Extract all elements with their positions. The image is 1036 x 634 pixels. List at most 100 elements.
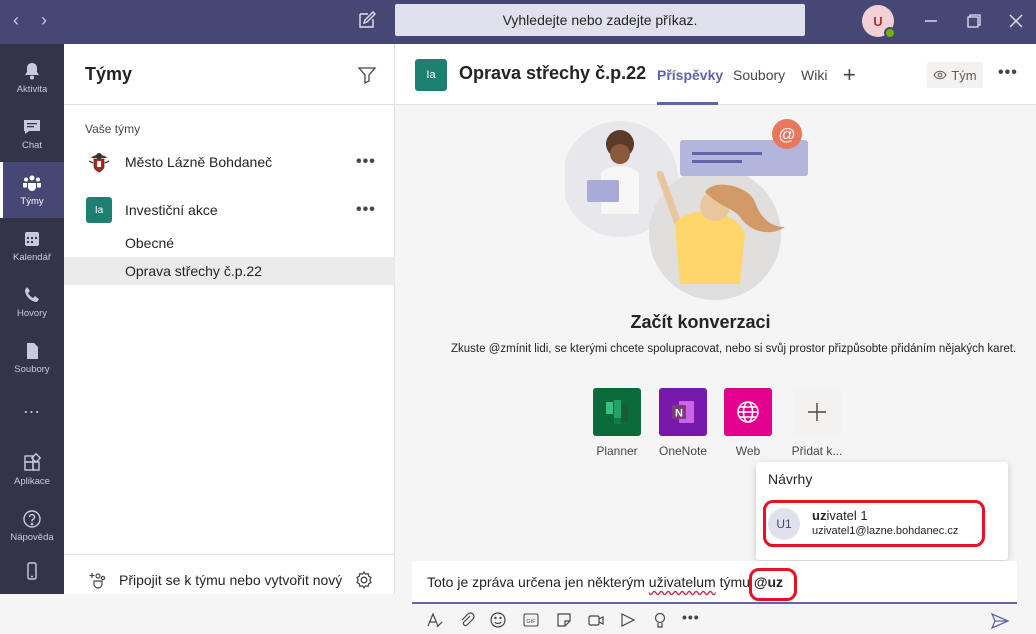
channel-avatar: Ia [415,59,447,91]
suggestion-item[interactable]: U1 uzivatel 1 uzivatel1@lazne.bohdanec.c… [756,496,1008,556]
user-avatar[interactable]: U [862,5,896,39]
suggestions-title: Návrhy [768,471,813,487]
compose-misspelled-word: uživatelum [648,574,716,590]
rail-item-more[interactable]: … [0,382,64,432]
calendar-icon [25,232,39,246]
team-name: Město Lázně Bohdaneč [125,154,273,170]
presence-available-icon [884,27,896,39]
help-icon [23,510,41,528]
emoji-icon[interactable] [489,611,507,629]
rail-item-apps[interactable]: Aplikace [0,442,64,498]
stream-icon[interactable] [619,611,637,629]
rail-bottom [0,594,64,634]
eye-icon [933,70,948,80]
gear-icon[interactable] [354,570,374,590]
join-team-row[interactable]: Připojit se k týmu nebo vytvořit nový [64,554,395,594]
app-label: Planner [596,444,638,458]
app-tile-planner[interactable] [593,388,641,436]
channel-header: Ia Oprava střechy č.p.22 Příspěvky Soubo… [395,44,1036,105]
attach-icon[interactable] [458,611,476,629]
sticker-icon[interactable] [555,611,573,629]
onenote-icon: N [672,401,694,423]
search-input[interactable]: Vyhledejte nebo zadejte příkaz. [395,4,805,36]
channel-item[interactable]: Obecné [64,229,395,257]
rail-item-help[interactable]: Nápověda [0,498,64,554]
praise-icon[interactable] [651,611,669,629]
team-button[interactable]: Tým [927,62,983,88]
join-team-label: Připojit se k týmu nebo vytvořit nový [119,572,343,588]
phone-icon [25,287,39,302]
back-arrow-icon[interactable]: ‹ [6,10,26,31]
rail-item-teams[interactable]: Týmy [0,162,64,218]
tab-files[interactable]: Soubory [733,67,785,83]
app-tile-add[interactable] [793,388,841,436]
apps-icon [24,453,42,471]
add-tab-icon[interactable]: + [843,62,856,88]
tab-wiki[interactable]: Wiki [801,67,827,83]
team-row[interactable]: Ia Investiční akce ••• [64,192,395,228]
app-tile-onenote[interactable]: N [659,388,707,436]
svg-text:@: @ [778,125,795,144]
bell-icon [25,63,39,80]
team-row[interactable]: Město Lázně Bohdaneč ••• [64,144,395,180]
compose-text: Toto je zpráva určena jen některým uživa… [427,574,783,590]
rail-item-activity[interactable]: Aktivita [0,50,64,106]
compose-text-part: týmu [715,574,754,590]
team-button-label: Tým [951,67,977,83]
more-options-icon[interactable]: ••• [998,64,1018,82]
app-label: Přidat k... [791,444,843,458]
rail-label: Kalendář [12,252,52,263]
app-label: Web [735,444,761,458]
rail-label: Aktivita [16,84,48,95]
title-bar: ‹ › Vyhledejte nebo zadejte příkaz. U [0,0,1036,44]
suggestion-name: uzivatel 1 [812,508,868,523]
rail-item-calendar[interactable]: Kalendář [0,218,64,274]
app-tile-web[interactable] [724,388,772,436]
file-icon [27,343,38,359]
channel-item-selected[interactable]: Oprava střechy č.p.22 [64,257,395,285]
rail-label: Týmy [20,196,44,207]
gif-icon[interactable]: GIF [522,611,540,629]
teams-icon [23,175,41,191]
name-rest: ivatel 1 [826,508,868,523]
rail-item-calls[interactable]: Hovory [0,274,64,330]
coat-of-arms-icon [88,153,110,173]
teams-header: Týmy [64,44,394,105]
message-compose-input[interactable]: Toto je zpráva určena jen některým uživa… [412,561,1017,604]
avatar-initials: U [873,13,883,29]
rail-item-chat[interactable]: Chat [0,106,64,162]
filter-icon[interactable] [357,65,377,85]
suggestion-avatar: U1 [768,508,800,540]
teams-title: Týmy [85,64,133,84]
compose-mention: @uz [753,574,784,590]
active-tab-indicator [657,102,718,105]
mention-suggestions: Návrhy U1 uzivatel 1 uzivatel1@lazne.boh… [756,462,1008,560]
more-icon: … [22,396,42,417]
format-icon[interactable] [426,611,444,629]
close-icon[interactable] [1003,8,1029,34]
rail-item-mobile[interactable] [0,550,64,592]
more-options-icon[interactable]: ••• [682,609,700,627]
svg-text:N: N [675,408,683,420]
tab-posts[interactable]: Příspěvky [657,67,723,83]
empty-state-title: Začít konverzaci [630,312,771,332]
new-chat-icon[interactable] [356,9,378,31]
app-label: OneNote [658,444,708,458]
plus-icon [808,403,826,421]
app-rail: Aktivita Chat Týmy Kalendář Hovory Soubo… [0,44,64,594]
rail-item-files[interactable]: Soubory [0,330,64,386]
minimize-icon[interactable] [918,8,944,34]
forward-arrow-icon[interactable]: › [34,10,54,31]
team-avatar: Ia [86,197,112,223]
restore-icon[interactable] [961,8,987,34]
more-options-icon[interactable]: ••• [356,153,376,171]
svg-text:GIF: GIF [526,619,536,625]
globe-icon [737,401,759,423]
more-options-icon[interactable]: ••• [356,201,376,219]
meet-now-icon[interactable] [587,611,605,629]
planner-icon [606,400,628,424]
compose-toolbar: GIF ••• [412,607,1017,634]
chat-icon [24,120,40,134]
rail-label: Nápověda [10,532,54,543]
send-icon[interactable] [990,611,1010,631]
